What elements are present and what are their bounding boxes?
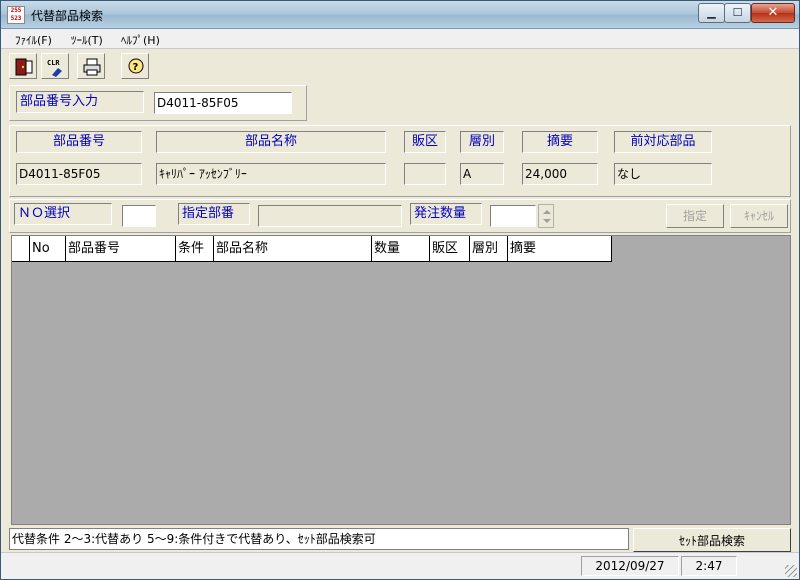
col-tier[interactable]: 層別	[470, 236, 508, 262]
minimize-button[interactable]: ▁	[698, 3, 725, 23]
col-condition[interactable]: 条件	[176, 236, 214, 262]
order-qty-spinner[interactable]	[538, 204, 554, 228]
window-title: 代替部品検索	[31, 9, 104, 23]
order-qty-label: 発注数量	[410, 203, 482, 225]
header-part-number: 部品番号	[16, 131, 142, 153]
col-part-name[interactable]: 部品名称	[214, 236, 372, 262]
col-no[interactable]: No	[30, 236, 66, 262]
designated-part-label: 指定部番	[178, 203, 250, 225]
cancel-button[interactable]: ｷｬﾝｾﾙ	[730, 204, 788, 228]
close-icon: ✕	[767, 5, 779, 20]
help-icon: ?	[128, 58, 144, 74]
alternatives-grid[interactable]: No 部品番号 条件 部品名称 数量 販区 層別 摘要	[11, 235, 791, 525]
clear-icon: CLR	[47, 59, 62, 77]
spin-up-icon[interactable]	[543, 210, 551, 214]
value-part-number: D4011-85F05	[16, 163, 142, 185]
minimize-icon: ▁	[707, 6, 716, 19]
header-prev-part: 前対応部品	[614, 131, 712, 153]
order-qty-input[interactable]	[490, 205, 536, 227]
exit-icon	[15, 58, 33, 76]
title-bar[interactable]: 255 523 代替部品検索 ▁ ☐ ✕	[1, 1, 799, 29]
status-message: 代替条件 2～3:代替あり 5～9:条件付きで代替あり、ｾｯﾄ部品検索可	[9, 528, 629, 550]
value-part-name: ｷｬﾘﾊﾟｰ ｱｯｾﾝﾌﾞﾘｰ	[156, 163, 386, 185]
menu-file[interactable]: ﾌｧｲﾙ(F)	[15, 32, 52, 48]
app-window: 255 523 代替部品検索 ▁ ☐ ✕ ﾌｧｲﾙ(F) ﾂｰﾙ(T) ﾍﾙﾌﾟ…	[0, 0, 800, 580]
col-quantity[interactable]: 数量	[372, 236, 430, 262]
no-select-input[interactable]	[122, 205, 156, 227]
set-part-search-button[interactable]: ｾｯﾄ部品検索	[633, 528, 791, 552]
menu-bar: ﾌｧｲﾙ(F) ﾂｰﾙ(T) ﾍﾙﾌﾟ(H)	[1, 29, 799, 49]
close-button[interactable]: ✕	[751, 3, 795, 23]
status-time: 2:47	[681, 556, 737, 576]
clear-icon-text: CLR	[47, 59, 60, 67]
selection-group: ＮＯ選択 指定部番 発注数量 指定 ｷｬﾝｾﾙ	[9, 199, 791, 233]
col-sales-area[interactable]: 販区	[430, 236, 470, 262]
part-input-label: 部品番号入力	[16, 91, 144, 113]
menu-help[interactable]: ﾍﾙﾌﾟ(H)	[121, 32, 160, 48]
result-group: 部品番号 部品名称 販区 層別 摘要 前対応部品 D4011-85F05 ｷｬﾘ…	[9, 125, 791, 197]
header-part-name: 部品名称	[156, 131, 386, 153]
print-button[interactable]	[77, 53, 105, 79]
value-summary: 24,000	[522, 163, 598, 185]
header-summary: 摘要	[522, 131, 598, 153]
maximize-icon: ☐	[732, 6, 743, 19]
svg-text:?: ?	[133, 62, 139, 73]
status-bar: 2012/09/27 2:47	[1, 552, 799, 579]
clear-button[interactable]: CLR	[41, 53, 69, 79]
designated-part-field	[258, 205, 402, 227]
grid-row-header-corner	[12, 236, 30, 262]
app-icon: 255 523	[7, 6, 25, 24]
header-sales-area: 販区	[404, 131, 446, 153]
part-input-group: 部品番号入力 D4011-85F05	[9, 85, 307, 121]
status-date: 2012/09/27	[581, 556, 679, 576]
menu-tools[interactable]: ﾂｰﾙ(T)	[71, 32, 103, 48]
col-summary[interactable]: 摘要	[508, 236, 612, 262]
resize-grip[interactable]	[785, 565, 797, 577]
col-part-number[interactable]: 部品番号	[66, 236, 176, 262]
designate-button[interactable]: 指定	[666, 204, 724, 228]
no-select-label: ＮＯ選択	[14, 203, 112, 225]
value-sales-area	[404, 163, 446, 185]
value-tier: A	[460, 163, 504, 185]
help-button[interactable]: ?	[121, 53, 149, 79]
app-icon-line-1: 255	[10, 7, 22, 14]
printer-icon	[83, 58, 101, 76]
header-tier: 層別	[460, 131, 504, 153]
app-icon-line-2: 523	[10, 15, 22, 22]
toolbar: CLR ?	[1, 50, 799, 82]
value-prev-part: なし	[614, 163, 712, 185]
spin-down-icon[interactable]	[543, 219, 551, 223]
maximize-button[interactable]: ☐	[724, 3, 751, 23]
part-number-input[interactable]: D4011-85F05	[154, 92, 292, 114]
exit-button[interactable]	[9, 53, 37, 79]
